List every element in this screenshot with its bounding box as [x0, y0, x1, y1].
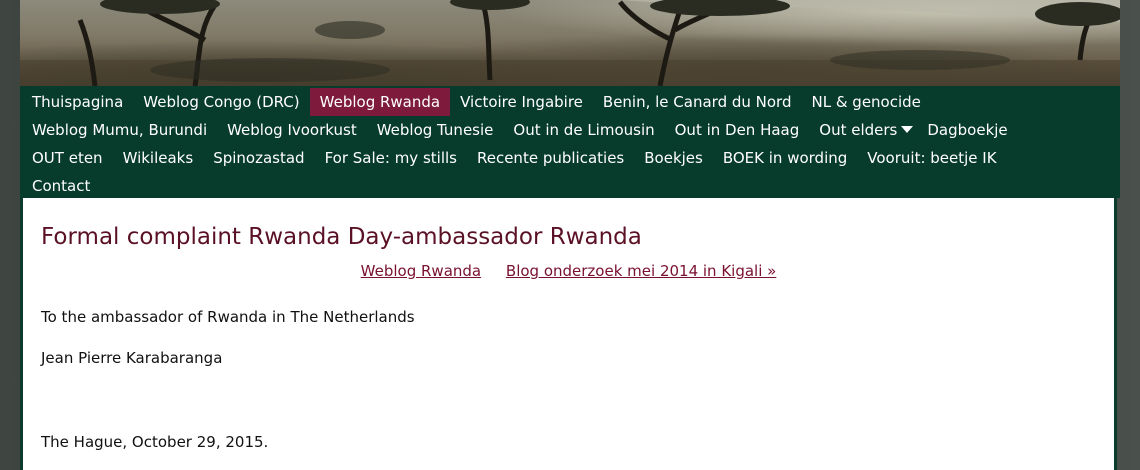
post-paragraph-addressee: To the ambassador of Rwanda in The Nethe…	[41, 308, 415, 326]
menu-item-dagboekje[interactable]: Dagboekje	[917, 116, 1017, 144]
menu-item-out-elders-label: Out elders	[819, 121, 898, 139]
category-link[interactable]: Weblog Rwanda	[361, 262, 481, 280]
menu-item-victoire-ingabire[interactable]: Victoire Ingabire	[450, 88, 593, 116]
menu-item-boekjes[interactable]: Boekjes	[634, 144, 713, 172]
menu-row-3: OUT eten Wikileaks Spinozastad For Sale:…	[22, 144, 1120, 172]
menu-row-4: Contact	[22, 172, 1120, 200]
menu-item-weblog-mumu-burundi[interactable]: Weblog Mumu, Burundi	[22, 116, 217, 144]
menu-item-recente-publicaties[interactable]: Recente publicaties	[467, 144, 634, 172]
post-title: Formal complaint Rwanda Day-ambassador R…	[41, 224, 642, 250]
menu-item-weblog-ivoorkust[interactable]: Weblog Ivoorkust	[217, 116, 367, 144]
chevron-down-icon	[901, 126, 914, 133]
next-post-link[interactable]: Blog onderzoek mei 2014 in Kigali »	[506, 262, 776, 280]
menu-item-out-in-de-limousin[interactable]: Out in de Limousin	[503, 116, 664, 144]
menu-item-nl-genocide[interactable]: NL & genocide	[801, 88, 930, 116]
post-paragraph-date: The Hague, October 29, 2015.	[41, 433, 269, 451]
menu-row-1: Thuispagina Weblog Congo (DRC) Weblog Rw…	[22, 88, 1120, 116]
menu-item-thuispagina[interactable]: Thuispagina	[22, 88, 133, 116]
menu-item-wikileaks[interactable]: Wikileaks	[113, 144, 204, 172]
menu-item-weblog-congo[interactable]: Weblog Congo (DRC)	[133, 88, 309, 116]
menu-item-spinozastad[interactable]: Spinozastad	[203, 144, 314, 172]
page-wrapper: Thuispagina Weblog Congo (DRC) Weblog Rw…	[20, 0, 1120, 470]
header-banner-image	[20, 0, 1120, 86]
menu-item-weblog-rwanda[interactable]: Weblog Rwanda	[309, 88, 451, 116]
menu-item-out-in-den-haag[interactable]: Out in Den Haag	[665, 116, 810, 144]
menu-item-benin[interactable]: Benin, le Canard du Nord	[593, 88, 802, 116]
menu-item-out-eten[interactable]: OUT eten	[22, 144, 113, 172]
menu-item-for-sale-my-stills[interactable]: For Sale: my stills	[315, 144, 467, 172]
post-paragraph-name: Jean Pierre Karabaranga	[41, 349, 223, 367]
menu-item-weblog-tunesie[interactable]: Weblog Tunesie	[367, 116, 504, 144]
menu-item-contact[interactable]: Contact	[22, 172, 100, 200]
post-content: Formal complaint Rwanda Day-ambassador R…	[20, 198, 1117, 470]
menu-row-2: Weblog Mumu, Burundi Weblog Ivoorkust We…	[22, 116, 1120, 144]
post-navigation: Weblog Rwanda Blog onderzoek mei 2014 in…	[23, 262, 1114, 280]
main-menu: Thuispagina Weblog Congo (DRC) Weblog Rw…	[20, 86, 1120, 198]
menu-item-out-elders[interactable]: Out elders	[809, 116, 917, 144]
menu-item-boek-in-wording[interactable]: BOEK in wording	[713, 144, 857, 172]
menu-item-vooruit-beetje-ik[interactable]: Vooruit: beetje IK	[857, 144, 1006, 172]
